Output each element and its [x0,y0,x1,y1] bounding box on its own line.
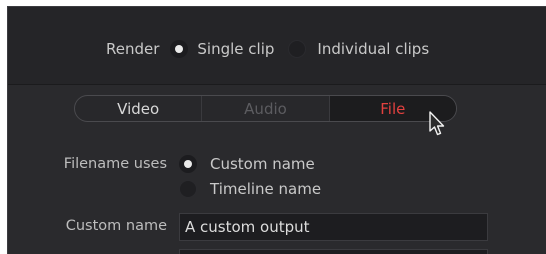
custom-name-option-row: Custom name [179,155,315,173]
single-clip-radio[interactable] [170,40,189,58]
individual-clips-label[interactable]: Individual clips [317,40,429,58]
custom-name-radio[interactable] [179,155,197,173]
custom-name-label: Custom name [65,218,167,234]
timeline-name-option-label[interactable]: Timeline name [210,180,321,198]
tab-audio[interactable]: Audio [202,96,330,121]
mouse-pointer-icon [429,111,445,136]
radio-dot-icon [175,45,184,53]
render-settings-panel: Render Single clip Individual clips Vide… [7,6,546,254]
timeline-name-radio[interactable] [179,180,197,198]
radio-dot-icon [184,160,192,168]
render-label: Render [106,40,160,58]
next-field-input[interactable] [179,249,488,254]
filename-uses-label: Filename uses [63,156,167,172]
custom-name-input[interactable]: A custom output [179,213,488,241]
single-clip-label[interactable]: Single clip [197,40,274,58]
render-mode-row: Render Single clip Individual clips [106,40,429,58]
tab-video[interactable]: Video [75,96,203,121]
timeline-name-option-row: Timeline name [179,180,321,198]
custom-name-option-label[interactable]: Custom name [210,155,315,173]
settings-tab-bar: Video Audio File [74,95,457,122]
individual-clips-radio[interactable] [288,40,307,58]
